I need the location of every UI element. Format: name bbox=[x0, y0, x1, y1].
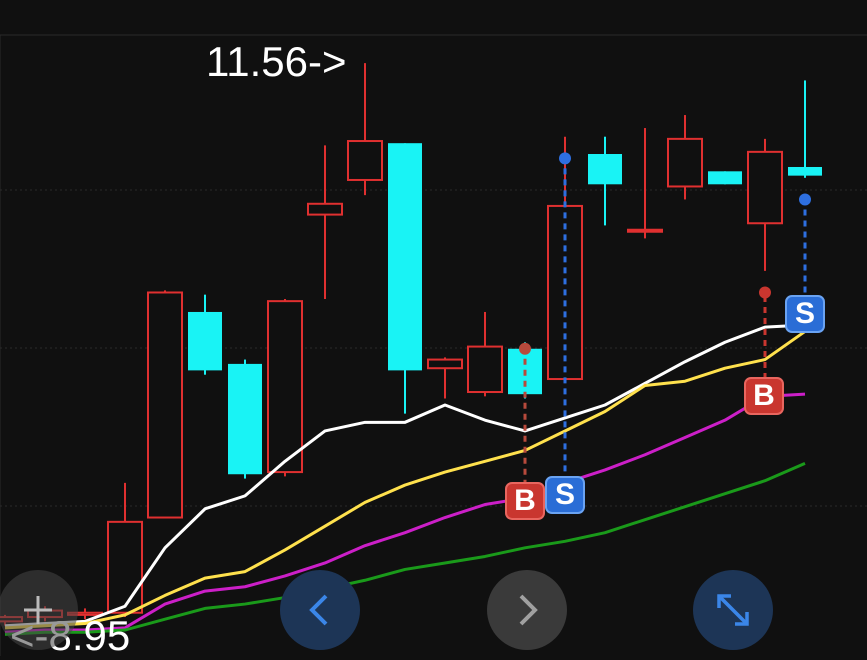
candle bbox=[228, 359, 262, 479]
candle-body bbox=[747, 150, 783, 225]
candle-body bbox=[467, 345, 503, 394]
candle bbox=[107, 482, 143, 618]
sell-marker[interactable]: S bbox=[545, 476, 585, 514]
candlestick-chart[interactable]: 11.56-> <-8.95 B S B S bbox=[0, 0, 867, 659]
candle bbox=[667, 115, 703, 200]
candle-body bbox=[267, 300, 303, 474]
candle bbox=[627, 128, 663, 239]
sell-marker[interactable]: S bbox=[785, 295, 825, 333]
prev-button[interactable] bbox=[280, 570, 360, 650]
chevron-right-icon bbox=[519, 594, 538, 626]
expand-icon bbox=[717, 594, 749, 626]
candle-body bbox=[667, 137, 703, 188]
chevron-left-icon bbox=[309, 594, 328, 626]
crosshair-button[interactable] bbox=[0, 570, 78, 650]
next-button[interactable] bbox=[487, 570, 567, 650]
candle-body bbox=[388, 143, 422, 371]
high-price-label: 11.56-> bbox=[206, 38, 347, 85]
candles bbox=[0, 63, 822, 626]
candle bbox=[188, 294, 222, 375]
candle bbox=[388, 143, 422, 414]
candle bbox=[467, 311, 503, 397]
candle-body bbox=[588, 154, 622, 185]
candle-body bbox=[188, 311, 222, 371]
candle-body bbox=[107, 520, 143, 614]
candle bbox=[588, 136, 622, 226]
candle-body bbox=[788, 166, 822, 176]
candle bbox=[147, 290, 183, 519]
candle bbox=[427, 357, 463, 399]
signal-dot bbox=[519, 342, 531, 355]
fullscreen-button[interactable] bbox=[693, 570, 773, 650]
candle bbox=[708, 171, 742, 185]
candle bbox=[747, 138, 783, 271]
signal-dot bbox=[759, 286, 771, 299]
signal-dot bbox=[559, 152, 571, 165]
candle-body bbox=[228, 363, 262, 475]
candle bbox=[267, 298, 303, 477]
candle bbox=[307, 145, 343, 299]
candle-body bbox=[147, 291, 183, 519]
buy-marker[interactable]: B bbox=[744, 377, 784, 415]
candle-body bbox=[708, 171, 742, 185]
signal-dot bbox=[799, 193, 811, 206]
candle bbox=[788, 80, 822, 178]
candle bbox=[347, 63, 383, 196]
candle-body bbox=[427, 358, 463, 370]
candle-body bbox=[627, 228, 663, 233]
candle-body bbox=[347, 140, 383, 181]
chart-canvas[interactable] bbox=[0, 0, 867, 656]
crosshair-icon bbox=[24, 596, 52, 624]
candle-body bbox=[307, 202, 343, 216]
buy-marker[interactable]: B bbox=[505, 482, 545, 520]
